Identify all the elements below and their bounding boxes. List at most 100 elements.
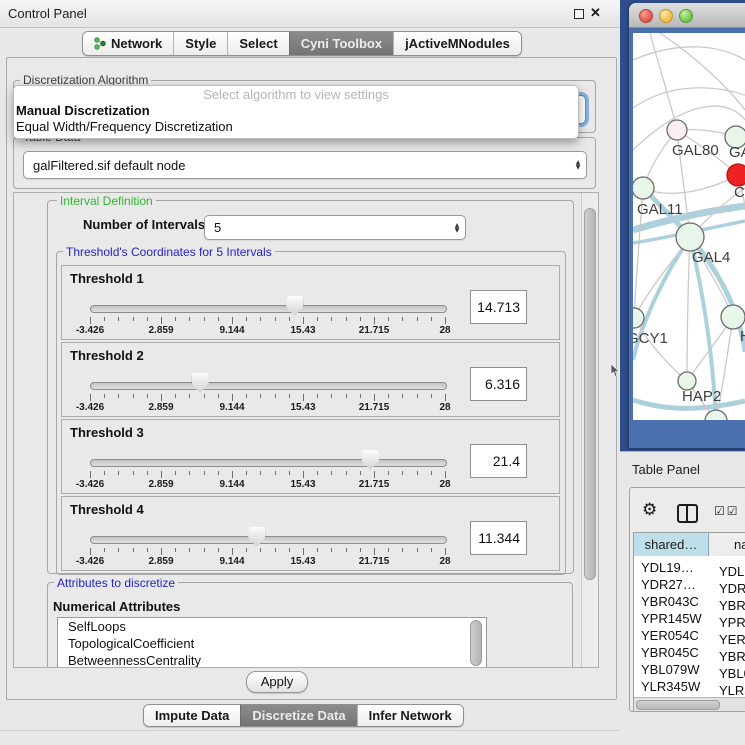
horizontal-scrollbar[interactable] <box>634 697 745 711</box>
network-node-h[interactable] <box>721 305 745 329</box>
network-window-titlebar[interactable] <box>629 3 745 28</box>
table-row[interactable]: YLR345WYLR3 <box>634 678 745 695</box>
close-icon[interactable]: ✕ <box>590 5 601 21</box>
network-node[interactable] <box>705 410 727 420</box>
algorithm-option-equal-width-frequency-discretization[interactable]: Equal Width/Frequency Discretization <box>14 119 578 135</box>
tab-discretize-data[interactable]: Discretize Data <box>240 705 356 726</box>
tick-mark <box>402 471 403 475</box>
attribute-item-betweennesscentrality[interactable]: BetweennessCentrality <box>58 652 486 668</box>
tab-select[interactable]: Select <box>227 32 288 55</box>
tick-mark <box>431 394 432 398</box>
tab-network[interactable]: Network <box>83 32 173 55</box>
network-node-gal4[interactable] <box>676 223 704 251</box>
tick-mark <box>346 317 347 321</box>
tick-mark <box>331 394 332 398</box>
network-node-gal11[interactable] <box>633 177 654 199</box>
tick-mark <box>161 394 162 401</box>
float-window-icon[interactable] <box>574 9 584 19</box>
threshold-value-box[interactable]: 21.4 <box>470 444 527 478</box>
attribute-item-selfloops[interactable]: SelfLoops <box>58 618 486 635</box>
tab-cyni-toolbox[interactable]: Cyni Toolbox <box>289 32 393 55</box>
horizontal-scrollbar-thumb[interactable] <box>636 700 720 710</box>
spinner-icon[interactable]: ▲▼ <box>449 223 465 233</box>
algorithm-option-manual-discretization[interactable]: Manual Discretization <box>14 103 578 119</box>
network-graph: GAL80GACGAL11GAL4GCY1HHAP2 <box>633 33 745 420</box>
slider-track[interactable] <box>90 382 447 390</box>
tick-mark <box>360 394 361 398</box>
tick-mark <box>417 394 418 398</box>
node-label: GA <box>729 144 745 161</box>
tab-style[interactable]: Style <box>173 32 227 55</box>
tab-label: Network <box>111 36 162 51</box>
tab-infer-network[interactable]: Infer Network <box>357 705 463 726</box>
table-row[interactable]: YBR043CYBR0 <box>634 593 745 610</box>
tick-mark <box>161 471 162 478</box>
tick-mark <box>303 317 304 324</box>
slider-thumb[interactable] <box>362 450 379 470</box>
tick-mark <box>90 394 91 401</box>
tick-mark <box>104 471 105 475</box>
tick-mark <box>133 317 134 321</box>
slider-track[interactable] <box>90 459 447 467</box>
tick-mark <box>388 548 389 552</box>
table-row[interactable]: YDL19…YDL1 <box>634 559 745 576</box>
threshold-value-box[interactable]: 6.316 <box>470 367 527 401</box>
tab-label: Infer Network <box>369 708 452 723</box>
slider-track[interactable] <box>90 536 447 544</box>
tick-mark <box>303 548 304 555</box>
tick-mark <box>445 317 446 324</box>
table-panel-title: Table Panel <box>632 462 700 477</box>
slider-thumb[interactable] <box>192 373 209 393</box>
spinner-icon[interactable]: ▲▼ <box>570 160 586 170</box>
threshold-panel: Threshold 4-3.4262.8599.14415.4321.71528… <box>61 496 560 571</box>
close-button[interactable] <box>639 9 653 23</box>
table-row[interactable]: YBR045CYBR0 <box>634 644 745 661</box>
minimize-button[interactable] <box>659 9 673 23</box>
tick-mark <box>161 548 162 555</box>
network-node-gal80[interactable] <box>667 120 687 140</box>
tick-label: 15.43 <box>273 325 333 336</box>
column-header-name[interactable]: na <box>709 533 745 557</box>
table-panel: ⚙ ☑☑ shared… na YDL19…YDL1YDR27…YDR2YBR0… <box>629 487 745 712</box>
table-cell: YBR045C <box>634 644 712 661</box>
threshold-value-box[interactable]: 14.713 <box>470 290 527 324</box>
table-data-combobox[interactable]: galFiltered.sif default node ▲▼ <box>23 151 587 179</box>
tab-jactivemnodules[interactable]: jActiveMNodules <box>393 32 521 55</box>
tick-mark <box>204 548 205 552</box>
tick-label: 9.144 <box>202 556 262 567</box>
table-row[interactable]: YPR145WYPR1 <box>634 610 745 627</box>
tick-mark <box>204 471 205 475</box>
node-label: H <box>740 328 745 345</box>
algorithm-placeholder: Select algorithm to view settings <box>14 86 578 103</box>
threshold-value-box[interactable]: 11.344 <box>470 521 527 555</box>
attribute-item-topologicalcoefficient[interactable]: TopologicalCoefficient <box>58 635 486 652</box>
zoom-button[interactable] <box>679 9 693 23</box>
tab-label: Style <box>185 36 216 51</box>
tick-label: 21.715 <box>344 556 404 567</box>
gear-icon[interactable]: ⚙ <box>642 500 657 520</box>
slider-thumb[interactable] <box>286 296 303 316</box>
tab-impute-data[interactable]: Impute Data <box>144 705 240 726</box>
table-row[interactable]: YDR27…YDR2 <box>634 576 745 593</box>
tick-label: -3.426 <box>60 479 120 490</box>
tab-label: Cyni Toolbox <box>301 36 382 51</box>
split-view-icon[interactable] <box>677 504 698 523</box>
tick-mark <box>218 394 219 398</box>
slider-thumb[interactable] <box>248 527 265 547</box>
scrollbar-track[interactable] <box>581 193 598 667</box>
checkbox-icons[interactable]: ☑☑ <box>714 504 740 518</box>
tick-mark <box>232 394 233 401</box>
attributes-scrollbar-thumb[interactable] <box>470 620 482 666</box>
network-canvas[interactable]: GAL80GACGAL11GAL4GCY1HHAP2 <box>633 33 745 420</box>
apply-button[interactable]: Apply <box>246 671 308 693</box>
table-row[interactable]: YBL079WYBL0 <box>634 661 745 678</box>
intervals-combobox[interactable]: 5 ▲▼ <box>204 215 466 240</box>
column-header-shared-name[interactable]: shared… <box>634 533 709 557</box>
table-row[interactable]: YER054CYER0 <box>634 627 745 644</box>
table-cell: YBL079W <box>634 661 712 678</box>
scrollbar-thumb[interactable] <box>584 208 596 580</box>
tick-mark <box>431 548 432 552</box>
tick-mark <box>118 317 119 321</box>
network-node-c[interactable] <box>727 164 745 186</box>
slider-track[interactable] <box>90 305 447 313</box>
